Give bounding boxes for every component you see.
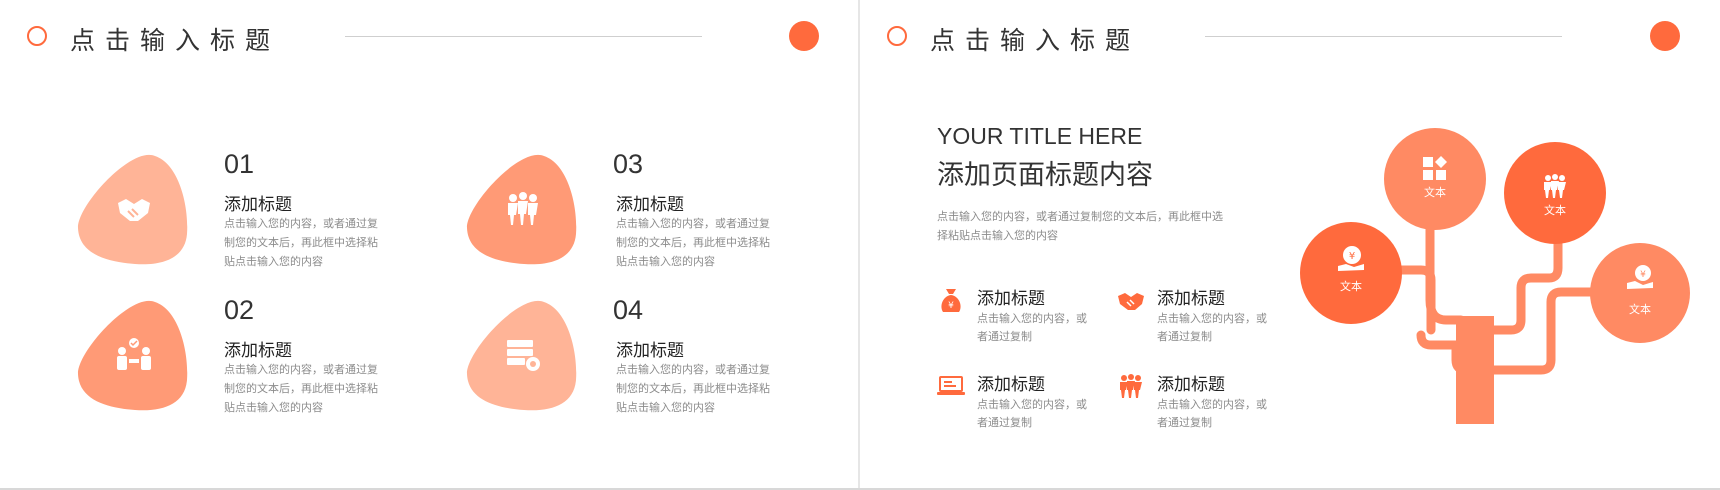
item-04-title: 添加标题 [616,341,684,361]
server-gear-icon [507,340,540,371]
people-group-icon [1544,174,1566,198]
tree-node-3: 文本 [1504,142,1606,244]
svg-text:¥: ¥ [1349,251,1355,262]
item-04-number: 04 [613,295,644,325]
item-03-number: 03 [613,149,644,179]
grid-icon [1423,156,1447,180]
tree-node-4-label: 文本 [1629,303,1651,316]
item-04-desc: 点击输入您的内容，或者通过复制您的文本后，再此框中选择粘贴点击输入您的内容 [616,363,770,414]
slide-divider [858,0,860,490]
item-02-desc: 点击输入您的内容，或者通过复制您的文本后，再此框中选择粘贴点击输入您的内容 [224,363,378,414]
team-check-icon [117,338,151,370]
item-01-title: 添加标题 [224,195,292,215]
tree-node-2-label: 文本 [1424,186,1446,199]
tree-node-1: ¥ 文本 [1300,222,1402,324]
item-03-title: 添加标题 [616,195,684,215]
header-rule [345,36,702,37]
handshake-icon [118,199,150,221]
tree-node-2: 文本 [1384,128,1486,230]
tree-trunk [1456,316,1494,424]
tree-node-4: ¥ 文本 [1590,243,1690,343]
item-01-desc: 点击输入您的内容，或者通过复制您的文本后，再此框中选择粘贴点击输入您的内容 [224,217,378,268]
header-dot-icon [789,21,819,51]
tree-branches [1341,167,1621,424]
coin-hand-icon: ¥ [1338,246,1364,271]
item-02-title: 添加标题 [224,341,292,361]
svg-text:¥: ¥ [1640,270,1646,280]
item-01-badge [75,150,193,268]
tree-node-3-label: 文本 [1544,204,1566,217]
item-04-badge [464,296,582,414]
tree-node-1-label: 文本 [1340,280,1362,293]
item-02-number: 02 [224,295,255,325]
page-title: 点击输入标题 [70,26,281,55]
item-02-badge [75,296,193,414]
slide-right: 点击输入标题 YOUR TITLE HERE 添加页面标题内容 点击输入您的内容… [861,0,1720,490]
item-01-number: 01 [224,149,255,179]
item-03-desc: 点击输入您的内容，或者通过复制您的文本后，再此框中选择粘贴点击输入您的内容 [616,217,770,268]
item-03-badge [464,150,582,268]
money-hand-icon: ¥ [1627,265,1653,289]
header-ring-icon [27,26,47,46]
slide-left: 点击输入标题 01 添加标题 点击输入您的内容，或者通过复制您的文本后，再此框中… [0,0,858,490]
people-group-icon [508,192,538,225]
